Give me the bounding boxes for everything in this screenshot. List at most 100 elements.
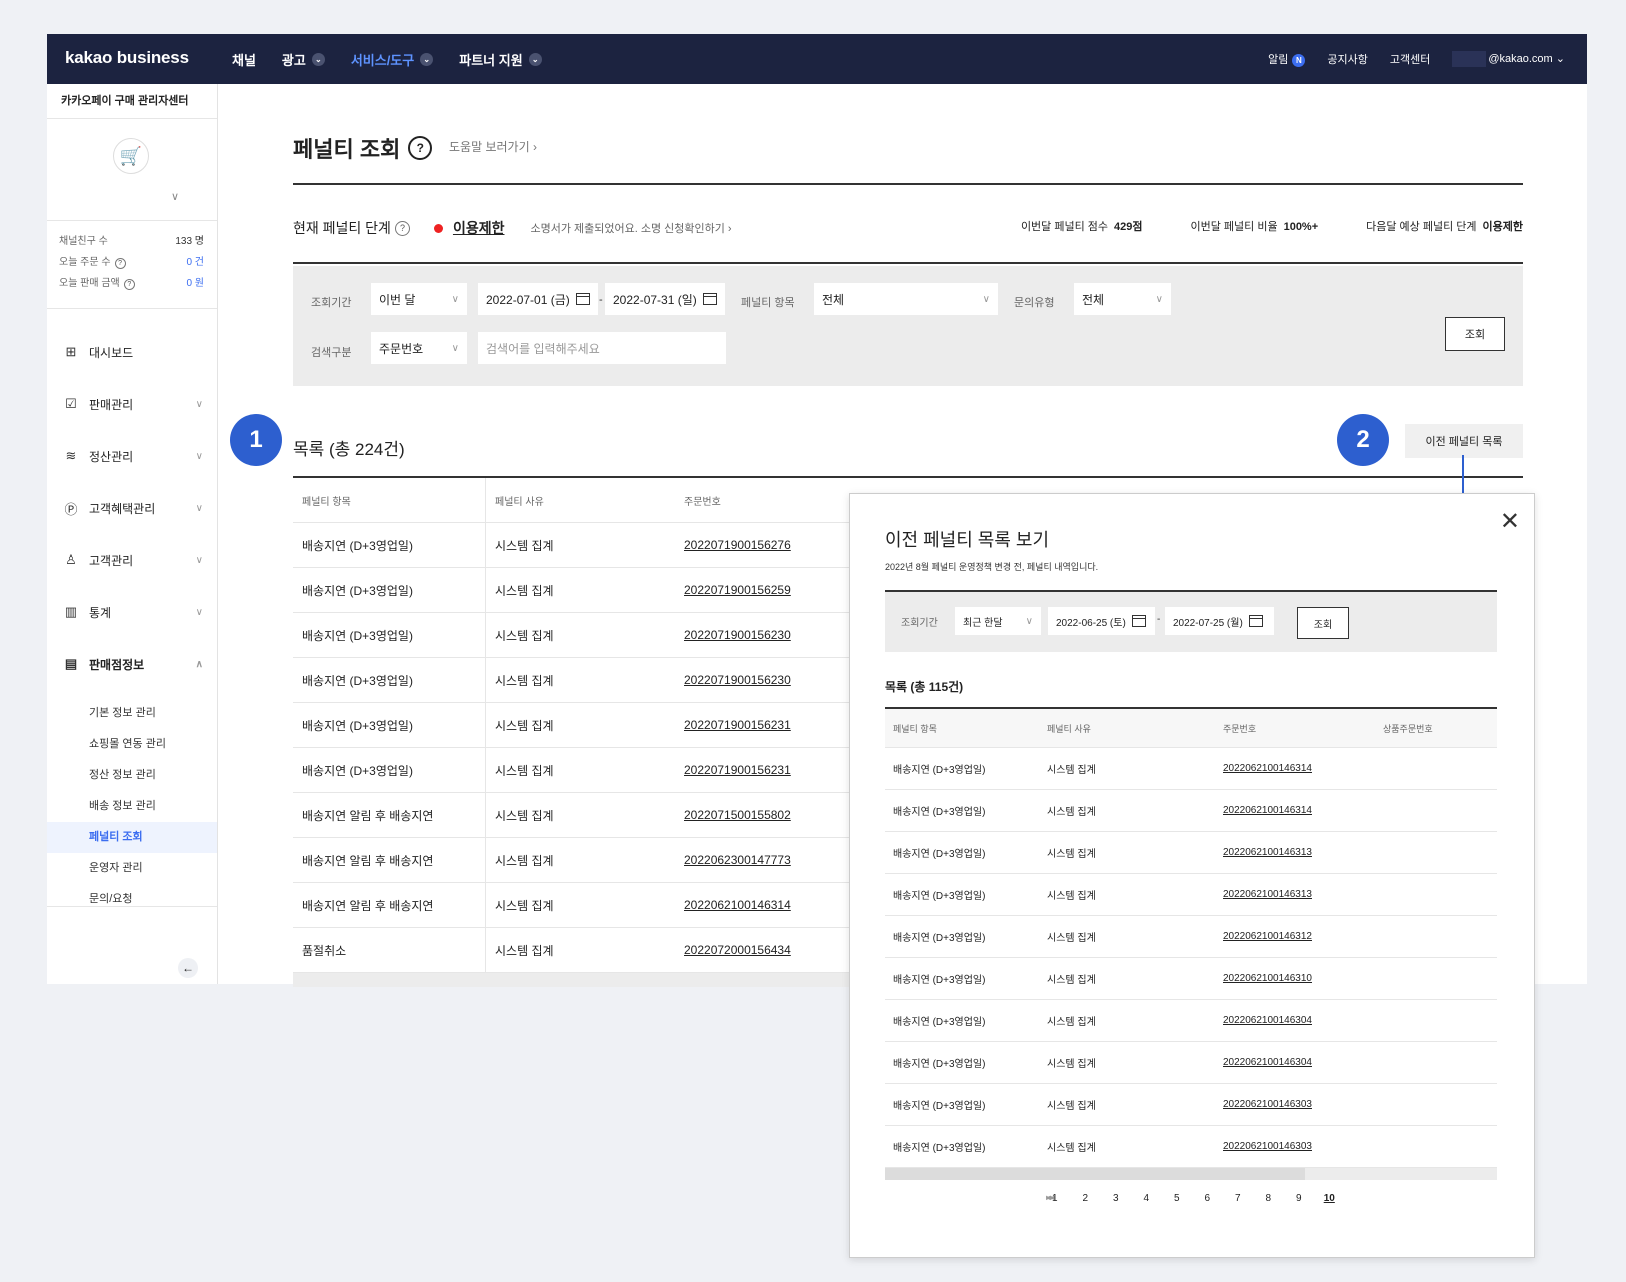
close-icon[interactable]: ✕ [1500,510,1520,534]
support-link[interactable]: 고객센터 [1390,51,1430,67]
penalty-item-cell: 배송지연 (D+3영업일) [893,807,986,818]
table-row[interactable]: 배송지연 (D+3영업일) 시스템 집계 2022062100146313 [885,874,1497,916]
order-number-link[interactable]: 2022071900156230 [675,673,875,687]
page-9[interactable]: 9 [1284,1193,1315,1204]
collapse-sidebar-button[interactable]: ← [178,958,198,978]
account-menu[interactable]: @kakao.com ⌄ [1452,51,1565,67]
nav-item-1[interactable]: 광고 ⌄ [282,50,325,69]
sidebar-item-5[interactable]: ▥ 통계 ∨ [47,586,217,638]
search-button[interactable]: 조회 [1445,317,1505,351]
penalty-reason-cell: 시스템 집계 [1047,807,1096,818]
submenu-item-4[interactable]: 페널티 조회 [47,822,217,853]
nav-item-3[interactable]: 파트너 지원 ⌄ [459,50,542,69]
submenu-item-1[interactable]: 쇼핑몰 연동 관리 [47,729,217,760]
table-row[interactable]: 배송지연 (D+3영업일) 시스템 집계 2022062100146314 [885,790,1497,832]
order-number-link[interactable]: 2022062300147773 [675,853,875,867]
start-date-input[interactable]: 2022-06-25 (토) [1048,607,1155,635]
table-row[interactable]: 배송지연 (D+3영업일) 시스템 집계 2022062100146314 [885,748,1497,790]
sidebar-item-2[interactable]: ≋ 정산관리 ∨ [47,430,217,482]
horizontal-scrollbar[interactable] [885,1168,1497,1180]
period-select[interactable]: 이번 달 ∨ [371,283,467,315]
help-icon[interactable]: ? [123,278,135,290]
store-selector-chevron-icon[interactable]: ∨ [171,190,179,203]
sidebar-item-label: 정산관리 [89,449,134,464]
inquiry-type-select[interactable]: 전체 ∨ [1074,283,1171,315]
order-number-link[interactable]: 2022071900156276 [675,538,875,552]
submenu-item-0[interactable]: 기본 정보 관리 [47,698,217,729]
sidebar-item-1[interactable]: ☑ 판매관리 ∨ [47,378,217,430]
previous-penalty-list-button[interactable]: 이전 페널티 목록 [1405,424,1523,458]
page-8[interactable]: 8 [1253,1193,1284,1204]
sidebar-item-0[interactable]: ⊞ 대시보드 [47,326,217,378]
help-icon[interactable]: ? [408,136,433,160]
order-number-link[interactable]: 2022062100146310 [1215,973,1375,984]
submenu-item-3[interactable]: 배송 정보 관리 [47,791,217,822]
chevron-down-icon: ⌄ [311,52,325,66]
period-select[interactable]: 최근 한달 ∨ [955,607,1041,635]
penalty-item-select[interactable]: 전체 ∨ [814,283,998,315]
metric-ratio: 이번달 페널티 비율 100%+ [1191,218,1319,234]
nav-item-2[interactable]: 서비스/도구 ⌄ [351,50,434,69]
page-4[interactable]: 4 [1131,1193,1162,1204]
order-number-link[interactable]: 2022062100146314 [675,898,875,912]
help-link[interactable]: 도움말 보러가기 › [449,138,537,155]
order-number-link[interactable]: 2022062100146312 [1215,931,1375,942]
order-number-link[interactable]: 2022071900156231 [675,718,875,732]
order-number-link[interactable]: 2022062100146303 [1215,1141,1375,1152]
page-5[interactable]: 5 [1162,1193,1193,1204]
page-10[interactable]: 10 [1314,1193,1345,1204]
order-number-link[interactable]: 2022071900156231 [675,763,875,777]
announcements-link[interactable]: 공지사항 [1327,51,1367,67]
order-number-link[interactable]: 2022072000156434 [675,943,875,957]
submenu-item-2[interactable]: 정산 정보 관리 [47,760,217,791]
order-number-link[interactable]: 2022062100146303 [1215,1099,1375,1110]
order-number-link[interactable]: 2022062100146314 [1215,805,1375,816]
order-number-link[interactable]: 2022062100146314 [1215,763,1375,774]
kakao-business-logo[interactable]: kakao business [65,48,189,68]
order-number-link[interactable]: 2022062100146304 [1215,1057,1375,1068]
end-date-input[interactable]: 2022-07-25 (월) [1165,607,1274,635]
scrollbar-thumb[interactable] [885,1168,1305,1180]
table-row[interactable]: 배송지연 (D+3영업일) 시스템 집계 2022062100146303 [885,1126,1497,1168]
order-number-link[interactable]: 2022071500155802 [675,808,875,822]
submenu-item-5[interactable]: 운영자 관리 [47,853,217,884]
last-page-icon[interactable]: ▸▸ [1035,1193,1066,1243]
calendar-icon [575,293,590,305]
order-number-link[interactable]: 2022062100146313 [1215,889,1375,900]
page-3[interactable]: 3 [1101,1193,1132,1204]
date-separator: - [1157,614,1161,625]
nav-item-0[interactable]: 채널 [232,50,256,69]
order-number-link[interactable]: 2022071900156230 [675,628,875,642]
table-row[interactable]: 배송지연 (D+3영업일) 시스템 집계 2022062100146310 [885,958,1497,1000]
page-7[interactable]: 7 [1223,1193,1254,1204]
sidebar-item-6[interactable]: ▤ 판매점정보 ∧ [47,638,217,690]
table-row[interactable]: 배송지연 (D+3영업일) 시스템 집계 2022062100146304 [885,1042,1497,1084]
table-row[interactable]: 배송지연 (D+3영업일) 시스템 집계 2022062100146312 [885,916,1497,958]
modal-search-button[interactable]: 조회 [1297,607,1349,639]
chevron-down-icon: ∨ [451,342,459,354]
order-number-link[interactable]: 2022062100146313 [1215,847,1375,858]
page-2[interactable]: 2 [1070,1193,1101,1204]
help-icon[interactable]: ? [394,220,410,236]
penalty-reason-cell: 시스템 집계 [485,703,675,747]
page-6[interactable]: 6 [1192,1193,1223,1204]
column-header: 페널티 사유 [1047,723,1091,734]
help-icon[interactable]: ? [114,257,126,269]
end-date-input[interactable]: 2022-07-31 (일) [605,283,725,315]
appeal-link[interactable]: 소명서가 제출되었어요. 소명 신청확인하기 › [530,220,731,236]
table-row[interactable]: 배송지연 (D+3영업일) 시스템 집계 2022062100146304 [885,1000,1497,1042]
order-number-link[interactable]: 2022071900156259 [675,583,875,597]
search-type-select[interactable]: 주문번호 ∨ [371,332,467,364]
sidebar-item-4[interactable]: ♙ 고객관리 ∨ [47,534,217,586]
submenu-item-6[interactable]: 문의/요청 [47,884,217,915]
period-value: 최근 한달 [963,617,1003,629]
order-number-link[interactable]: 2022062100146304 [1215,1015,1375,1026]
table-row[interactable]: 배송지연 (D+3영업일) 시스템 집계 2022062100146303 [885,1084,1497,1126]
search-input[interactable]: 검색어를 입력해주세요 [478,332,726,364]
penalty-reason-cell: 시스템 집계 [1047,933,1096,944]
sidebar-item-3[interactable]: Ⓟ 고객혜택관리 ∨ [47,482,217,534]
status-value[interactable]: 이용제한 [453,218,505,238]
start-date-input[interactable]: 2022-07-01 (금) [478,283,598,315]
table-row[interactable]: 배송지연 (D+3영업일) 시스템 집계 2022062100146313 [885,832,1497,874]
notification-link[interactable]: 알림 N [1268,51,1306,67]
